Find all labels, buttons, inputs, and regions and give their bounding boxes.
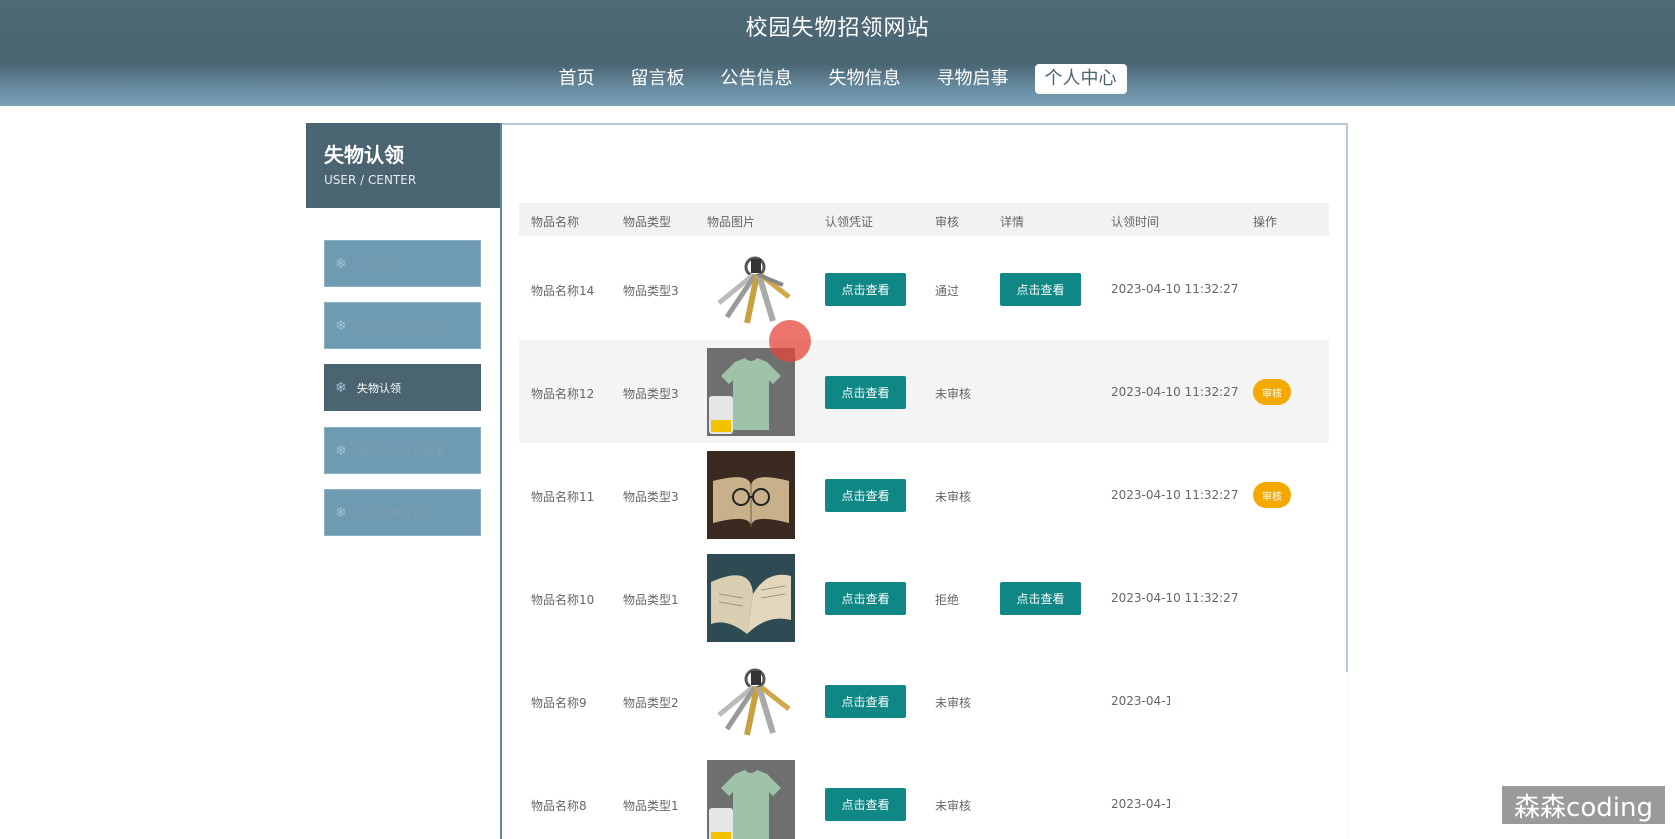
item-type: 物品类型2 <box>623 696 679 710</box>
table-header: 物品名称 物品类型 物品图片 认领凭证 审核 详情 认领时间 操作 <box>519 203 1329 236</box>
col-claim-proof: 认领凭证 <box>825 215 874 229</box>
review-status: 未审核 <box>935 387 972 401</box>
col-item-name: 物品名称 <box>531 215 580 229</box>
col-item-image: 物品图片 <box>707 215 756 229</box>
table-row: 物品名称12 物品类型3 点击查看 未审核 2023-04-10 11:32:2… <box>519 340 1329 443</box>
view-proof-button[interactable]: 点击查看 <box>825 479 906 512</box>
sidebar-divider <box>500 123 502 839</box>
nav-announcements[interactable]: 公告信息 <box>711 64 803 94</box>
open-book-image <box>707 554 795 642</box>
sidebar-item-label: 我发布的寻物启事 <box>357 444 445 458</box>
sidebar-item-label: 个人中心 <box>357 257 401 271</box>
watermark: 森森coding <box>1502 786 1665 824</box>
view-proof-button[interactable]: 点击查看 <box>825 376 906 409</box>
review-status: 拒绝 <box>935 593 960 607</box>
sidebar-item-label: 寻物启事留言 <box>357 506 423 520</box>
table-row: 物品名称14 物品类型3 点击查看 通过 点击查看 2023-04-10 11:… <box>519 237 1329 340</box>
nav-home[interactable]: 首页 <box>549 64 605 94</box>
snowflake-icon: ❄ <box>335 379 347 396</box>
snowflake-icon: ❄ <box>335 317 347 334</box>
snowflake-icon: ❄ <box>335 504 347 521</box>
sidebar-item-claims[interactable]: ❄ 失物认领 <box>324 364 481 411</box>
item-name: 物品名称8 <box>531 799 587 813</box>
review-button[interactable]: 审核 <box>1253 379 1291 405</box>
claim-time: 2023-04-10 11:32:27 <box>1111 385 1239 399</box>
review-status: 未审核 <box>935 696 972 710</box>
item-type: 物品类型3 <box>623 490 679 504</box>
book-glasses-image <box>707 451 795 539</box>
claim-time: 2023-04-10 11:32:27 <box>1111 591 1239 605</box>
review-button[interactable]: 审核 <box>1253 482 1291 508</box>
nav-search-notices[interactable]: 寻物启事 <box>927 64 1019 94</box>
col-claim-time: 认领时间 <box>1111 215 1160 229</box>
sidebar-header: 失物认领 USER / CENTER <box>306 123 500 208</box>
claim-time: 2023-04-10 11:32:27 <box>1111 488 1239 502</box>
item-name: 物品名称10 <box>531 593 595 607</box>
sidebar-item-label: 我发布的失物信息 <box>357 319 445 333</box>
review-status: 未审核 <box>935 799 972 813</box>
mouse-cursor-highlight <box>769 320 811 362</box>
view-proof-button[interactable]: 点击查看 <box>825 685 906 718</box>
col-actions: 操作 <box>1253 215 1278 229</box>
view-proof-button[interactable]: 点击查看 <box>825 273 906 306</box>
table-row: 物品名称10 物品类型1 点击查看 拒绝 点击查看 2023-04-10 11:… <box>519 546 1329 649</box>
review-status: 通过 <box>935 284 960 298</box>
item-name: 物品名称12 <box>531 387 595 401</box>
sidebar-item-my-lost-items[interactable]: ❄ 我发布的失物信息 <box>324 302 481 349</box>
claim-time: 2023-04-10 11:32:27 <box>1111 282 1239 296</box>
sidebar-title: 失物认领 <box>324 143 404 167</box>
item-name: 物品名称9 <box>531 696 587 710</box>
shirt-image <box>707 760 795 839</box>
site-title: 校园失物招领网站 <box>745 16 930 41</box>
item-type: 物品类型3 <box>623 387 679 401</box>
view-proof-button[interactable]: 点击查看 <box>825 582 906 615</box>
col-review: 审核 <box>935 215 960 229</box>
shirt-image <box>707 348 795 436</box>
main-nav: 首页 留言板 公告信息 失物信息 寻物启事 个人中心 <box>0 64 1675 94</box>
sidebar-item-search-notice-comments[interactable]: ❄ 寻物启事留言 <box>324 489 481 536</box>
col-detail: 详情 <box>1000 215 1025 229</box>
nav-message-board[interactable]: 留言板 <box>621 64 695 94</box>
item-name: 物品名称14 <box>531 284 595 298</box>
item-type: 物品类型3 <box>623 284 679 298</box>
view-detail-button[interactable]: 点击查看 <box>1000 273 1081 306</box>
item-type: 物品类型1 <box>623 593 679 607</box>
nav-lost-items[interactable]: 失物信息 <box>819 64 911 94</box>
item-name: 物品名称11 <box>531 490 595 504</box>
view-proof-button[interactable]: 点击查看 <box>825 788 906 821</box>
snowflake-icon: ❄ <box>335 255 347 272</box>
col-item-type: 物品类型 <box>623 215 672 229</box>
sidebar-item-my-search-notices[interactable]: ❄ 我发布的寻物启事 <box>324 427 481 474</box>
keys-image <box>707 245 795 333</box>
sidebar-item-user-center[interactable]: ❄ 个人中心 <box>324 240 481 287</box>
review-status: 未审核 <box>935 490 972 504</box>
sidebar-subtitle: USER / CENTER <box>324 173 417 187</box>
blurred-overlay <box>1170 672 1360 839</box>
keys-image <box>707 657 795 745</box>
view-detail-button[interactable]: 点击查看 <box>1000 582 1081 615</box>
nav-user-center[interactable]: 个人中心 <box>1034 64 1127 94</box>
item-type: 物品类型1 <box>623 799 679 813</box>
table-row: 物品名称11 物品类型3 点击查看 未审核 2023-04-10 11:32:2… <box>519 443 1329 546</box>
site-header: 校园失物招领网站 首页 留言板 公告信息 失物信息 寻物启事 个人中心 <box>0 0 1675 106</box>
snowflake-icon: ❄ <box>335 442 347 459</box>
sidebar-item-label: 失物认领 <box>357 381 401 395</box>
